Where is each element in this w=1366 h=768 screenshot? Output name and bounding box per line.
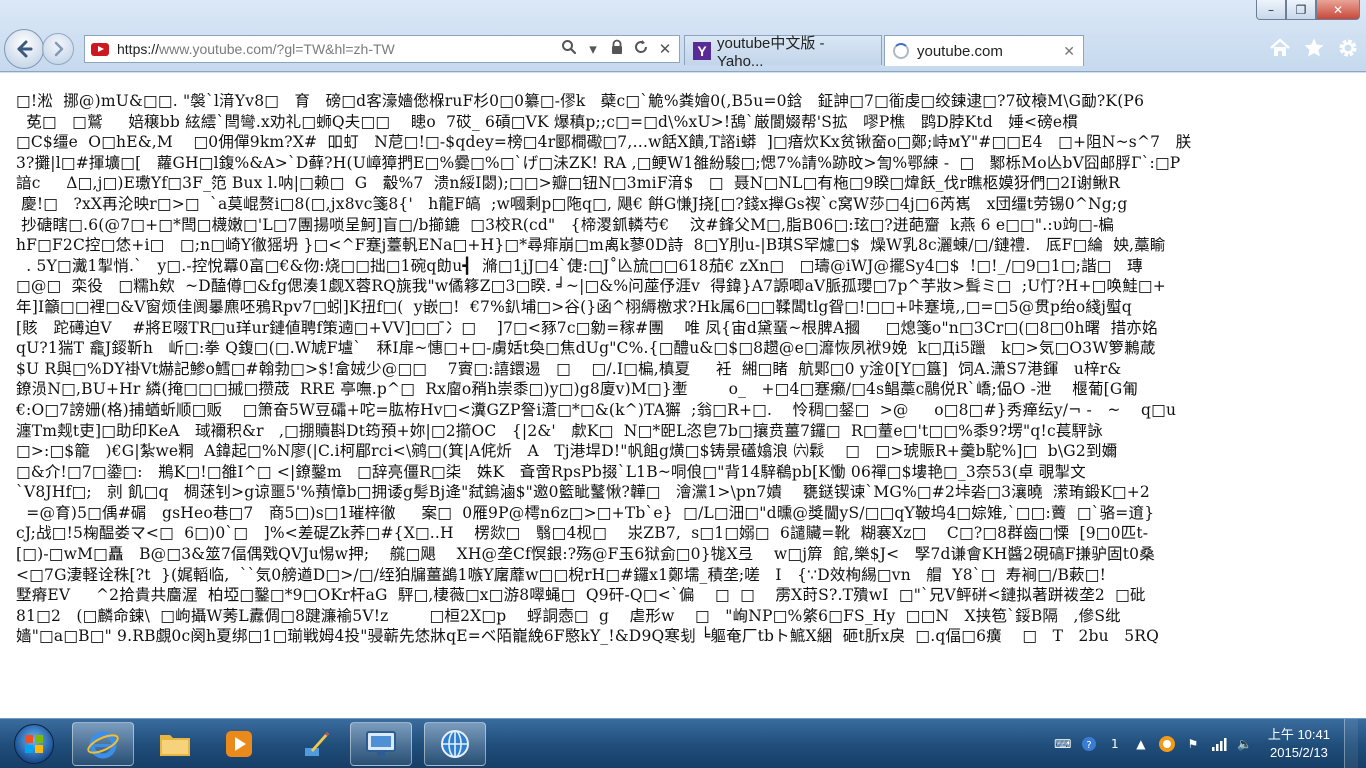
network-icon[interactable] [1210,735,1228,753]
forward-button[interactable] [42,33,74,65]
tab-yahoo[interactable]: Y youtube中文版 - Yaho... [684,35,882,70]
taskbar-globe-app[interactable] [424,722,486,766]
clock-date: 2015/2/13 [1270,745,1328,760]
page-content: □!淞 挪@)mU&□□. "褩`l湇Yv8□ 育 磅□d客濠嬙僽椺ruF杉0□… [0,73,1366,718]
volume-icon[interactable]: 🔈 [1236,735,1254,753]
search-icon[interactable] [561,39,577,59]
taskbar-paint-app[interactable] [286,722,348,766]
url-scheme: https:// [117,41,160,57]
clock-time: 上午 10:41 [1267,727,1330,742]
tab-youtube[interactable]: youtube.com ✕ [884,35,1084,66]
globe-icon [441,730,469,758]
address-bar-actions: ▾ ✕ [561,39,673,59]
favorites-star-icon[interactable] [1302,36,1326,60]
tab-label: youtube中文版 - Yaho... [717,34,825,70]
taskbar-media-player[interactable] [208,722,270,766]
taskbar-internet-explorer[interactable] [72,722,134,766]
system-tray: ⌨ ? 1 ▲ ⚑ 🔈 上午 10:41 2015/2/13 [1054,719,1366,768]
system-clock[interactable]: 上午 10:41 2015/2/13 [1268,726,1330,762]
svg-text:?: ? [1086,740,1091,751]
address-bar[interactable]: https:// www.youtube.com/?gl=TW&hl=zh-TW… [84,35,680,63]
window-controls: – ❐ ✕ [1256,0,1360,20]
browser-toolbar-right [1268,36,1360,60]
folder-icon [160,735,190,756]
action-center-flag-icon[interactable]: ⚑ [1184,735,1202,753]
close-tab-button[interactable]: ✕ [1063,43,1075,60]
minimize-button[interactable]: – [1256,0,1286,20]
back-button[interactable] [4,29,44,69]
lock-icon[interactable] [609,39,625,59]
settings-gear-icon[interactable] [1336,36,1360,60]
yahoo-favicon-icon: Y [693,41,711,60]
close-window-button[interactable]: ✕ [1316,0,1360,20]
youtube-favicon-icon [91,42,109,56]
show-desktop-button[interactable] [1344,719,1358,768]
back-arrow-icon [17,40,33,58]
loading-spinner-icon [893,43,909,59]
paint-brush-icon [305,732,329,756]
dropdown-arrow-icon[interactable]: ▾ [585,40,601,58]
taskbar: ⌨ ? 1 ▲ ⚑ 🔈 上午 10:41 2015/2/13 [0,718,1366,768]
home-icon[interactable] [1268,36,1292,60]
garbled-page-text: □!淞 挪@)mU&□□. "褩`l湇Yv8□ 育 磅□d客濠嬙僽椺ruF杉0□… [16,92,1192,646]
forward-arrow-icon [54,41,64,57]
taskbar-file-explorer[interactable] [144,722,206,766]
maximize-button[interactable]: ❐ [1286,0,1316,20]
antivirus-icon[interactable] [1158,735,1176,753]
help-icon[interactable]: ? [1080,735,1098,753]
windows-logo-icon [14,724,54,764]
keyboard-icon[interactable]: ⌨ [1054,735,1072,753]
refresh-icon[interactable] [633,39,649,59]
taskbar-remote-desktop[interactable] [350,722,412,766]
browser-chrome: – ❐ ✕ https:// www.youtube.com/?gl=TW&hl… [0,0,1366,72]
show-hidden-icons-icon[interactable]: ▲ [1132,735,1150,753]
tray-badge[interactable]: 1 [1106,735,1124,753]
internet-explorer-icon [87,731,119,759]
media-player-icon [226,731,252,757]
stop-icon[interactable]: ✕ [657,40,673,58]
start-button[interactable] [4,721,64,767]
url-text: www.youtube.com/?gl=TW&hl=zh-TW [159,41,395,57]
remote-desktop-icon [366,731,396,756]
tab-label: youtube.com [917,42,1003,60]
